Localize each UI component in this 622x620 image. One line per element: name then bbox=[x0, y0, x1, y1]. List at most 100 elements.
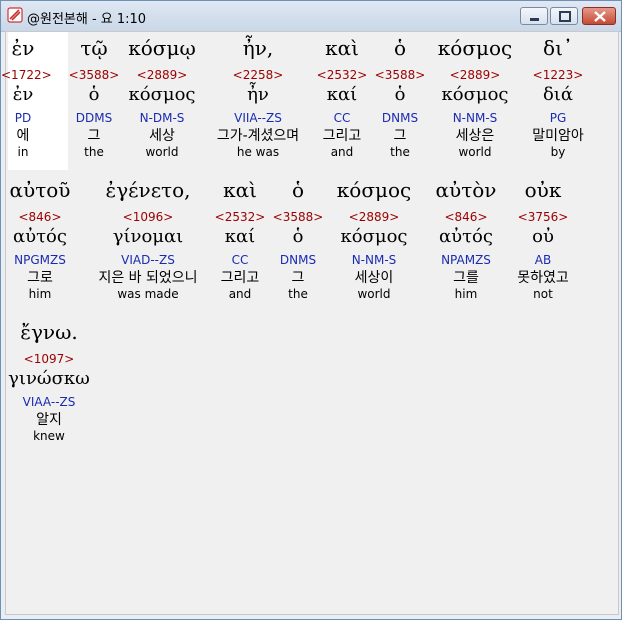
korean-gloss: 그가-계셨으며 bbox=[216, 128, 300, 144]
greek-word: κόσμῳ bbox=[128, 36, 196, 60]
english-gloss: and bbox=[330, 145, 354, 159]
english-gloss: and bbox=[228, 287, 252, 301]
greek-word: ὁ bbox=[291, 178, 305, 202]
greek-word: ὁ bbox=[393, 36, 407, 60]
parsing: PD bbox=[14, 111, 32, 125]
title-bar[interactable]: @원전본해 - 요 1:10 bbox=[1, 1, 621, 32]
word-ho[interactable]: ὁ <3588> ὁ DNMS 그 the bbox=[374, 36, 426, 159]
english-gloss: knew bbox=[33, 429, 65, 443]
lemma: κόσμος bbox=[441, 84, 509, 105]
greek-word: αὐτὸν bbox=[435, 178, 497, 202]
greek-word: κόσμος bbox=[437, 36, 513, 60]
parsing: NPAMZS bbox=[441, 253, 491, 267]
korean-gloss: 말미암아 bbox=[532, 128, 584, 144]
word-ouk[interactable]: οὐκ <3756> οὐ AB 못하였고 not bbox=[506, 178, 580, 301]
lemma: ἦν bbox=[247, 84, 269, 105]
korean-gloss: 그를 bbox=[453, 270, 479, 286]
english-gloss: not bbox=[533, 287, 553, 301]
english-gloss: world bbox=[458, 145, 492, 159]
strong-number: <3588> bbox=[272, 210, 324, 224]
greek-word: ἐν bbox=[11, 36, 35, 60]
greek-word: ἐγένετο, bbox=[105, 178, 191, 202]
word-kai2[interactable]: καὶ <2532> καί CC 그리고 and bbox=[210, 178, 270, 301]
strong-number: <3588> bbox=[374, 68, 426, 82]
parsing: N-DM-S bbox=[139, 111, 185, 125]
word-di[interactable]: δι᾽ <1223> διά PG 말미암아 by bbox=[522, 36, 594, 159]
parsing: DDMS bbox=[75, 111, 113, 125]
lemma: ὁ bbox=[88, 84, 100, 105]
parsing: N-NM-S bbox=[351, 253, 397, 267]
strong-number: <1096> bbox=[122, 210, 174, 224]
app-icon bbox=[7, 7, 23, 23]
korean-gloss: 그리고 bbox=[322, 128, 362, 144]
english-gloss: world bbox=[145, 145, 179, 159]
word-kosmo[interactable]: κόσμῳ <2889> κόσμος N-DM-S 세상 world bbox=[122, 36, 202, 159]
word-to[interactable]: τῷ <3588> ὁ DDMS 그 the bbox=[68, 36, 120, 159]
english-gloss: the bbox=[84, 145, 104, 159]
korean-gloss: 알지 bbox=[36, 412, 62, 428]
maximize-icon bbox=[559, 11, 571, 22]
greek-word: αὐτοῦ bbox=[9, 178, 71, 202]
word-en2[interactable]: ἦν, <2258> ἦν VIIA--ZS 그가-계셨으며 he was bbox=[206, 36, 310, 159]
lemma: γινώσκω bbox=[8, 368, 90, 389]
greek-word: καὶ bbox=[223, 178, 257, 202]
korean-gloss: 그 bbox=[87, 128, 101, 144]
english-gloss: world bbox=[357, 287, 391, 301]
korean-gloss: 그리고 bbox=[220, 270, 260, 286]
parsing: NPGMZS bbox=[14, 253, 66, 267]
strong-number: <3756> bbox=[517, 210, 569, 224]
word-auton[interactable]: αὐτὸν <846> αὐτός NPAMZS 그를 him bbox=[424, 178, 508, 301]
minimize-button[interactable] bbox=[520, 7, 548, 25]
maximize-button[interactable] bbox=[550, 7, 578, 25]
word-egeneto[interactable]: ἐγένετο, <1096> γίνομαι VIAD--ZS 지은 바 되었… bbox=[88, 178, 208, 301]
word-autou[interactable]: αὐτοῦ <846> αὐτός NPGMZS 그로 him bbox=[8, 178, 72, 301]
english-gloss: by bbox=[550, 145, 566, 159]
parsing: N-NM-S bbox=[452, 111, 498, 125]
english-gloss: the bbox=[288, 287, 308, 301]
word-ho2[interactable]: ὁ <3588> ὁ DNMS 그 the bbox=[272, 178, 324, 301]
strong-number: <3588> bbox=[68, 68, 120, 82]
lemma: κόσμος bbox=[340, 226, 408, 247]
greek-word: ἔγνω. bbox=[20, 320, 78, 344]
strong-number: <846> bbox=[18, 210, 62, 224]
parsing: DNMS bbox=[279, 253, 317, 267]
lemma: ὁ bbox=[394, 84, 406, 105]
korean-gloss: 세상은 bbox=[455, 128, 495, 144]
english-gloss: the bbox=[390, 145, 410, 159]
parsing: VIAA--ZS bbox=[22, 395, 76, 409]
lemma: διά bbox=[542, 84, 574, 105]
korean-gloss: 에 bbox=[16, 128, 30, 144]
lemma: ὁ bbox=[292, 226, 304, 247]
word-kai[interactable]: καὶ <2532> καί CC 그리고 and bbox=[312, 36, 372, 159]
lemma: καί bbox=[224, 226, 256, 247]
english-gloss: him bbox=[454, 287, 478, 301]
lemma: γίνομαι bbox=[112, 226, 184, 247]
minimize-icon bbox=[530, 18, 539, 21]
english-gloss: in bbox=[17, 145, 29, 159]
word-en[interactable]: ἐν <1722> ἐν PD 에 in bbox=[1, 36, 52, 159]
parsing: VIIA--ZS bbox=[234, 111, 282, 125]
strong-number: <2889> bbox=[348, 210, 400, 224]
close-button[interactable] bbox=[582, 7, 616, 25]
lemma: κόσμος bbox=[128, 84, 196, 105]
window-title: @원전본해 - 요 1:10 bbox=[27, 12, 147, 27]
strong-number: <2889> bbox=[449, 68, 501, 82]
greek-word: οὐκ bbox=[524, 178, 562, 202]
greek-word: τῷ bbox=[80, 36, 108, 60]
korean-gloss: 그로 bbox=[27, 270, 53, 286]
korean-gloss: 못하였고 bbox=[517, 270, 569, 286]
word-kosmos[interactable]: κόσμος <2889> κόσμος N-NM-S 세상은 world bbox=[430, 36, 520, 159]
korean-gloss: 지은 바 되었으니 bbox=[98, 270, 198, 286]
lemma: αὐτός bbox=[13, 226, 67, 247]
word-kosmos2[interactable]: κόσμος <2889> κόσμος N-NM-S 세상이 world bbox=[326, 178, 422, 301]
lemma: καί bbox=[326, 84, 358, 105]
parsing: PG bbox=[549, 111, 567, 125]
english-gloss: him bbox=[28, 287, 52, 301]
english-gloss: was made bbox=[117, 287, 179, 301]
word-egno[interactable]: ἔγνω. <1097> γινώσκω VIAA--ZS 알지 knew bbox=[8, 320, 90, 443]
interlinear-panel[interactable]: ἐν <1722> ἐν PD 에 in τῷ <3588> ὁ DDMS 그 … bbox=[1, 31, 619, 615]
lemma: ἐν bbox=[12, 84, 34, 105]
strong-number: <846> bbox=[444, 210, 488, 224]
strong-number: <2258> bbox=[232, 68, 284, 82]
greek-word: δι᾽ bbox=[543, 36, 573, 60]
